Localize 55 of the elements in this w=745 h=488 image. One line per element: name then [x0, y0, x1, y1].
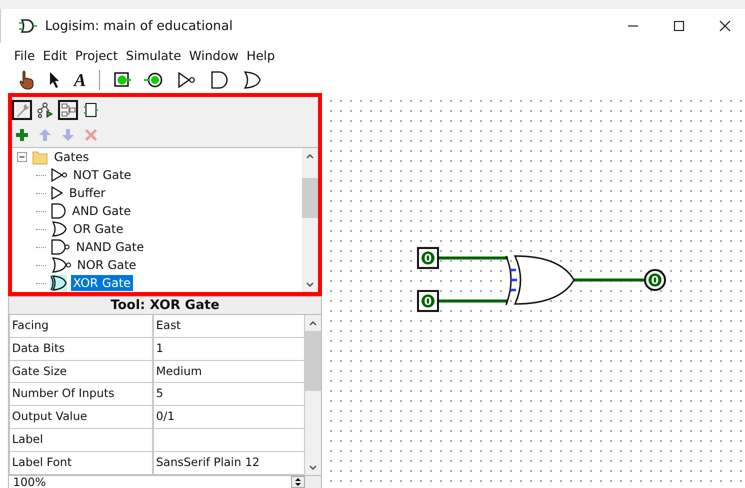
- tree-item[interactable]: NOT Gate: [71, 167, 134, 183]
- not-gate-icon[interactable]: [177, 71, 198, 89]
- property-name-cell: Label: [9, 428, 153, 452]
- xor-gate-icon: [50, 275, 67, 291]
- scrollbar[interactable]: [302, 148, 318, 292]
- scrollbar[interactable]: [305, 315, 321, 475]
- property-name-cell: Number Of Inputs: [9, 383, 153, 406]
- scroll-down-icon[interactable]: [309, 464, 317, 470]
- layout-tool-button[interactable]: [58, 100, 78, 120]
- scroll-up-icon[interactable]: [306, 154, 314, 159]
- property-name-cell: Output Value: [9, 406, 153, 429]
- hand-pointer-icon[interactable]: [18, 70, 36, 90]
- wrench-tool-button[interactable]: [12, 100, 32, 120]
- output-pin: 0: [644, 269, 666, 291]
- properties-title: Tool: XOR Gate: [8, 296, 322, 315]
- property-name-cell: Gate Size: [9, 360, 153, 384]
- tree-item[interactable]: Gates: [52, 149, 91, 165]
- menu-item[interactable]: Edit: [42, 48, 68, 62]
- scroll-up-icon[interactable]: [309, 321, 317, 326]
- tree-item[interactable]: OR Gate: [71, 221, 126, 237]
- menu-item[interactable]: Simulate: [126, 48, 182, 62]
- close-icon[interactable]: [719, 20, 731, 32]
- menu-item[interactable]: Project: [75, 48, 118, 62]
- input-pin[interactable]: 0: [417, 247, 439, 269]
- menu-item[interactable]: File: [14, 48, 35, 62]
- folder-icon: [32, 149, 48, 165]
- arrow-pointer-icon[interactable]: [49, 71, 61, 89]
- input-pin-icon[interactable]: [113, 71, 132, 89]
- and-gate-icon: [50, 203, 66, 219]
- menu-item[interactable]: Window: [189, 48, 238, 62]
- or-gate-icon[interactable]: [243, 71, 264, 89]
- tree-item[interactable]: Buffer: [67, 185, 108, 201]
- text-tool[interactable]: A: [74, 70, 86, 90]
- tree-item[interactable]: NOR Gate: [75, 257, 138, 273]
- and-gate-icon[interactable]: [210, 71, 230, 89]
- buffer-gate-icon: [50, 185, 63, 201]
- xor-gate-drawing: [505, 255, 575, 306]
- or-gate-icon: [50, 221, 67, 237]
- input-pin[interactable]: 0: [417, 290, 439, 312]
- nor-gate-icon: [50, 257, 71, 273]
- property-name-cell: Data Bits: [9, 338, 153, 361]
- collapse-icon[interactable]: [16, 151, 28, 163]
- app-logo-icon: [19, 18, 37, 34]
- tree-tool-button[interactable]: [35, 100, 55, 120]
- window-title: Logisim: main of educational: [45, 18, 233, 34]
- output-pin-icon[interactable]: [144, 71, 164, 89]
- tree-item[interactable]: XOR Gate: [71, 275, 133, 291]
- tree-item[interactable]: AND Gate: [70, 203, 133, 219]
- tree-item[interactable]: NAND Gate: [74, 239, 146, 255]
- not-gate-icon: [50, 167, 67, 183]
- property-name-cell: Facing: [9, 315, 153, 338]
- nand-gate-icon: [50, 239, 70, 255]
- menu-item[interactable]: Help: [246, 48, 275, 62]
- maximize-icon[interactable]: [673, 20, 685, 32]
- scroll-down-icon[interactable]: [306, 282, 314, 287]
